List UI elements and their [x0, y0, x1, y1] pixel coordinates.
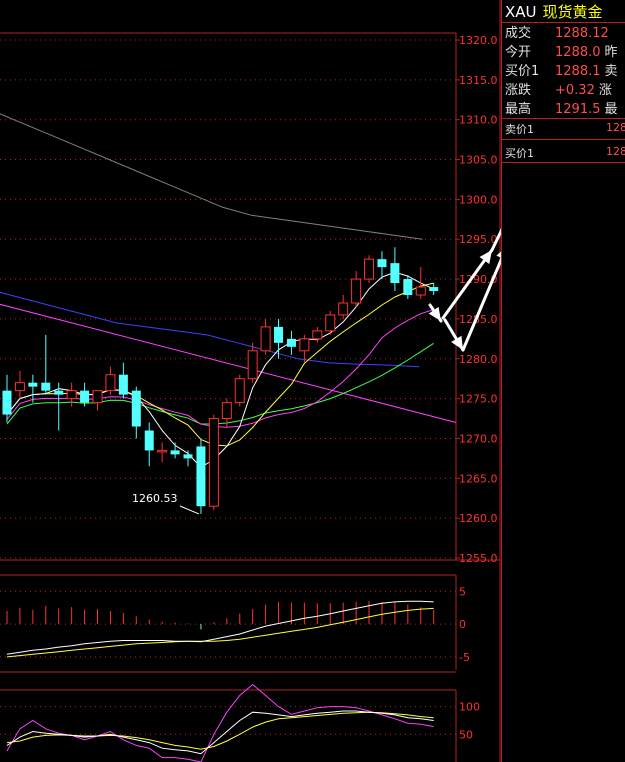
- candle: [183, 454, 193, 459]
- quote-panel: XAU 现货黄金 成交 1288.12 今开 1288.0 昨 买价1 1288.1 卖 涨…: [501, 0, 625, 762]
- candle: [403, 279, 413, 296]
- ma-20-green: [6, 342, 434, 425]
- candle: [221, 402, 232, 420]
- kdj-axis-label: 100: [459, 701, 480, 714]
- price-axis-label: 1310.0: [459, 114, 498, 127]
- candle: [274, 326, 284, 343]
- price-axis-label: 1280.0: [459, 353, 498, 366]
- macd-dea-line: [6, 607, 434, 658]
- candle: [312, 330, 323, 340]
- kdj-j-line: [6, 683, 434, 762]
- forecast-arrow-up-1-head: [479, 250, 492, 265]
- divider: [502, 118, 625, 119]
- candle: [54, 390, 64, 395]
- quote-row-last: 成交 1288.12: [505, 26, 609, 41]
- candle: [92, 390, 103, 404]
- candle: [105, 374, 116, 392]
- price-axis-label: 1260.0: [459, 512, 498, 525]
- candle: [338, 302, 349, 316]
- candle: [351, 278, 362, 304]
- macd-dif-line: [6, 600, 434, 655]
- macd-axis-label: 5: [459, 585, 466, 598]
- price-axis-label: 1255.0: [459, 552, 498, 565]
- kdj-pane: 100 50: [0, 683, 480, 762]
- macd-axis-label: -5: [459, 651, 470, 664]
- candle: [196, 446, 206, 507]
- divider: [502, 139, 625, 140]
- candle: [286, 338, 296, 347]
- kdj-k-line: [6, 710, 434, 755]
- price-axis-label: 1320.0: [459, 34, 498, 47]
- candle: [260, 326, 271, 352]
- candle: [247, 350, 258, 380]
- price-axis-label: 1275.0: [459, 393, 498, 406]
- candle: [377, 259, 387, 268]
- candle: [325, 314, 336, 332]
- quote-row-change: 涨跌 +0.32 涨: [505, 83, 612, 98]
- candle: [170, 450, 180, 455]
- price-axis-label: 1270.0: [459, 432, 498, 445]
- candle: [2, 390, 12, 415]
- price-axis-label: 1295.0: [459, 233, 498, 246]
- kdj-d-line: [6, 711, 434, 750]
- macd-pane: 5 0 -5: [0, 574, 470, 673]
- price-axis-label: 1305.0: [459, 154, 498, 167]
- candle: [364, 258, 375, 280]
- quote-row-high: 最高 1291.5 最: [505, 102, 618, 117]
- ma-14-magenta: [6, 309, 434, 428]
- candle: [208, 418, 219, 507]
- price-axis-label: 1300.0: [459, 193, 498, 206]
- divider: [502, 22, 625, 23]
- candle: [429, 287, 439, 292]
- macd-axis-label: 0: [459, 618, 466, 631]
- candle: [66, 390, 77, 400]
- kline-chart[interactable]: 1320.01315.01310.01305.01300.01295.01290…: [0, 0, 501, 762]
- low-annotation-label: 1260.53: [132, 492, 178, 505]
- candle: [234, 378, 245, 404]
- candle: [14, 382, 25, 392]
- candle: [144, 430, 154, 451]
- price-axis-label: 1315.0: [459, 74, 498, 87]
- divider: [502, 162, 625, 163]
- orderbook-bid-1: 买价1 128: [505, 145, 625, 160]
- symbol-name: 现货黄金: [542, 3, 603, 21]
- quote-header: XAU 现货黄金: [505, 1, 603, 22]
- quote-row-bid: 买价1 1288.1 卖: [505, 64, 618, 79]
- candle: [299, 338, 310, 352]
- candle: [157, 449, 168, 453]
- candle: [415, 286, 426, 296]
- quote-row-open: 今开 1288.0 昨: [505, 45, 618, 60]
- candle: [118, 374, 128, 395]
- candle: [80, 390, 90, 403]
- kdj-axis-label: 50: [459, 728, 473, 741]
- ma-long-gray: [0, 113, 423, 240]
- candle: [131, 390, 141, 427]
- candle: [41, 382, 51, 391]
- low-annotation-leader: [179, 505, 200, 515]
- price-pane: 1320.01315.01310.01305.01300.01295.01290…: [0, 32, 500, 565]
- candle: [390, 263, 400, 284]
- price-axis-label: 1265.0: [459, 472, 498, 485]
- candle: [28, 382, 38, 387]
- symbol-code: XAU: [505, 3, 537, 21]
- orderbook-ask-1: 卖价1 128: [505, 121, 625, 136]
